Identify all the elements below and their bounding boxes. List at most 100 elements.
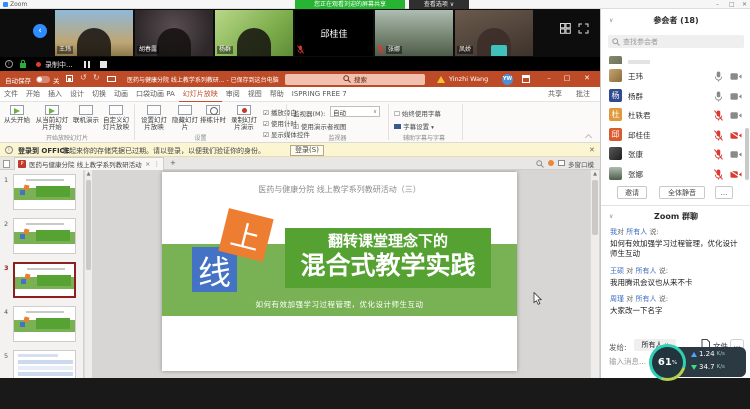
participant-row[interactable]: 张娜 [601, 164, 749, 183]
present-online-button[interactable]: 联机演示 [72, 105, 100, 124]
redo-icon[interactable]: ↻ [93, 73, 100, 82]
save-icon[interactable] [66, 75, 73, 82]
participant-search[interactable] [608, 35, 744, 48]
record-slideshow-button[interactable]: 录制幻灯片演示 [228, 105, 260, 132]
ppt-minimize-button[interactable]: – [542, 74, 556, 82]
tab-review[interactable]: 审阅 [222, 87, 244, 101]
collapse-strip-button[interactable]: ‹ [33, 24, 47, 38]
scroll-up-icon[interactable]: ▲ [85, 170, 92, 178]
zoom-window: Zoom 您正在观看刘迎的屏幕共享 查看选项 ∨ – □ ✕ ‹ 王玮 胡春露 … [0, 0, 750, 409]
undo-icon[interactable]: ↺ [80, 73, 87, 82]
collapse-ribbon-icon[interactable] [585, 134, 592, 141]
participant-row[interactable]: 张康 [601, 144, 749, 163]
doc-list-icon[interactable] [3, 160, 10, 168]
slide-canvas[interactable]: 医药与健康分院 线上教学系列教研活动（三） 线 上 翻转课堂理念下的 混合式教学… [162, 172, 517, 371]
scrollbar-thumb[interactable] [86, 180, 91, 270]
tab-view[interactable]: 视图 [244, 87, 266, 101]
tab-slideshow[interactable]: 幻灯片放映 [179, 87, 222, 103]
pause-recording-icon[interactable] [88, 61, 90, 68]
pause-recording-icon[interactable] [84, 61, 86, 68]
screen-share-banner[interactable]: 您正在观看刘迎的屏幕共享 [295, 0, 405, 9]
participants-scrollbar[interactable] [745, 128, 749, 180]
video-tile[interactable]: 邱桂佳 [295, 10, 373, 56]
slide-thumbnail-selected[interactable] [13, 262, 76, 298]
play-narrations-checkbox[interactable]: ☑ 播放旁白 [263, 107, 297, 117]
scroll-up-icon[interactable]: ▲ [591, 170, 599, 178]
search-box[interactable]: 搜索 [285, 74, 425, 85]
sign-in-button[interactable]: 登录(S) [290, 145, 324, 156]
addin-dot-icon[interactable] [548, 160, 554, 166]
maximize-button[interactable]: □ [729, 1, 735, 8]
tab-menu-icon[interactable]: ⋮ [154, 160, 161, 168]
monitor-dropdown[interactable]: 自动∨ [330, 106, 380, 117]
participants-more-button[interactable]: ... [715, 186, 733, 199]
tab-design[interactable]: 设计 [66, 87, 88, 101]
tab-file[interactable]: 文件 [0, 87, 22, 101]
slide-thumbnail[interactable] [13, 174, 76, 210]
custom-slideshow-button[interactable]: 自定义幻灯片放映 [100, 105, 132, 132]
from-beginning-button[interactable]: 从头开始 [3, 105, 31, 124]
tab-ispring[interactable]: ISPRING FREE 7 [288, 87, 351, 101]
document-tab[interactable]: P 医药与健康分院 线上教学系列教研活动 × ⋮ [14, 157, 164, 170]
info-icon[interactable]: i [5, 60, 13, 68]
mute-all-button[interactable]: 全体静音 [659, 186, 705, 199]
avatar[interactable]: YW [502, 74, 513, 85]
tab-pocket-animation[interactable]: 口袋动画 PA [132, 87, 179, 101]
ppt-close-button[interactable]: ✕ [580, 74, 594, 82]
view-options-button[interactable]: 查看选项 ∨ [409, 0, 469, 9]
search-tabs-icon[interactable] [536, 160, 544, 168]
slide-thumbnail[interactable] [13, 350, 76, 378]
tab-close-icon[interactable]: × [145, 160, 150, 168]
stop-recording-icon[interactable] [100, 61, 107, 68]
participant-silhouette [77, 28, 111, 56]
tab-home[interactable]: 开始 [22, 87, 44, 101]
scrollbar-thumb[interactable] [592, 180, 598, 235]
tab-animations[interactable]: 动画 [110, 87, 132, 101]
video-tile[interactable]: 胡春露 [135, 10, 213, 56]
msgbar-close-icon[interactable]: ✕ [589, 146, 595, 154]
share-button[interactable]: 共享 [548, 89, 562, 99]
minimize-button[interactable]: – [716, 1, 719, 8]
participant-row[interactable]: 王玮 [601, 66, 749, 85]
thumbnail-scrollbar[interactable]: ▲ [84, 170, 92, 378]
tab-transitions[interactable]: 切换 [88, 87, 110, 101]
new-tab-icon[interactable]: + [170, 159, 176, 167]
video-tile[interactable]: 杨群 [215, 10, 293, 56]
document-title: 医药与健康分院 线上教学系列教研... - 已保存到这台电脑 [127, 75, 279, 84]
gallery-view-icon[interactable] [560, 23, 571, 34]
tab-insert[interactable]: 插入 [44, 87, 66, 101]
use-timings-checkbox[interactable]: ☑ 使用计时 [263, 118, 297, 128]
net-monitor-badge[interactable]: 1.24K/s 34.7K/s 61% [649, 344, 747, 381]
warning-icon[interactable] [437, 76, 445, 83]
video-name-centered: 邱桂佳 [320, 27, 347, 40]
participant-row[interactable]: 杜 杜轶君 [601, 105, 749, 124]
participant-search-input[interactable] [623, 38, 733, 46]
invite-button[interactable]: 邀请 [617, 186, 647, 199]
from-current-slide-button[interactable]: 从当前幻灯片开始 [33, 105, 71, 132]
video-tile[interactable]: 王玮 [55, 10, 133, 56]
presenter-view-checkbox[interactable]: ☑ 使用演示者视图 [293, 121, 346, 131]
ribbon-display-options-icon[interactable] [522, 75, 530, 83]
video-tile[interactable]: 张娜 [375, 10, 453, 56]
participant-row[interactable]: 邱 邱桂佳 [601, 125, 749, 144]
comments-button[interactable]: 批注 [576, 89, 590, 99]
avatar: 邱 [609, 128, 622, 141]
hide-slide-button[interactable]: 隐藏幻灯片 [172, 105, 198, 132]
ppt-restore-button[interactable]: □ [560, 74, 574, 82]
subtitle-settings-button[interactable]: 字幕设置 ▾ [394, 121, 434, 131]
slide-thumbnail[interactable] [13, 218, 76, 254]
fullscreen-icon[interactable] [578, 23, 589, 34]
slide-scrollbar[interactable]: ▲ [590, 170, 599, 378]
always-use-subtitles-checkbox[interactable]: ☐ 始终使用字幕 [394, 108, 441, 118]
account-name[interactable]: Yinzhi Wang [449, 75, 488, 83]
autosave-toggle[interactable] [36, 76, 50, 83]
video-tile[interactable]: 凤娇 [455, 10, 533, 56]
participant-row[interactable]: 杨 杨群 [601, 86, 749, 105]
setup-slideshow-button[interactable]: 设置幻灯片放映 [138, 105, 170, 132]
start-slideshow-icon[interactable] [107, 76, 116, 82]
rehearse-timings-button[interactable]: 排练计时 [200, 105, 226, 124]
close-button[interactable]: ✕ [742, 1, 747, 8]
tab-help[interactable]: 帮助 [266, 87, 288, 101]
slide-thumbnail[interactable] [13, 306, 76, 342]
participant-row-partial[interactable] [601, 52, 749, 64]
